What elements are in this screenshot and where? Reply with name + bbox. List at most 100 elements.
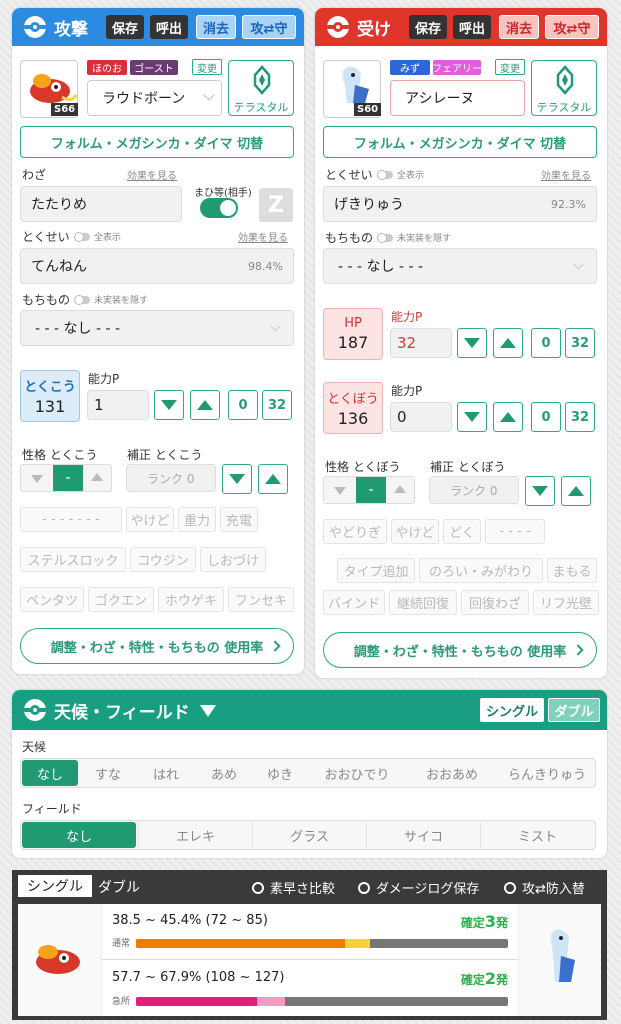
chip-koujin[interactable]: コウジン	[130, 547, 196, 572]
mode-double-button[interactable]: ダブル	[548, 698, 600, 722]
nature-up-icon[interactable]	[91, 473, 103, 481]
chip-type-add[interactable]: タイプ追加	[337, 558, 415, 583]
status-select[interactable]: - - - - - - -	[20, 507, 122, 532]
chip-poison[interactable]: どく	[443, 519, 481, 544]
weather-sun[interactable]: はれ	[138, 760, 194, 786]
rank-input[interactable]: ランク 0	[429, 476, 519, 504]
field-psychic[interactable]: サイコ	[366, 822, 480, 848]
decrease-button[interactable]	[154, 390, 184, 420]
weather-heavy-rain[interactable]: おおあめ	[408, 760, 496, 786]
pokemon-sprite[interactable]: S66	[20, 60, 79, 118]
nature-up-icon[interactable]	[394, 485, 406, 493]
chip-screens[interactable]: リフ光壁	[533, 590, 599, 615]
rank-increase-button[interactable]	[561, 476, 591, 506]
usage-link-button[interactable]: 調整・わざ・特性・もちもの 使用率	[323, 632, 597, 668]
weather-rain[interactable]: あめ	[196, 760, 252, 786]
swap-button[interactable]: 攻⇄守	[242, 15, 296, 39]
chip-burn[interactable]: やけど	[126, 507, 174, 532]
load-button[interactable]: 呼出	[453, 15, 491, 39]
weather-sand[interactable]: すな	[80, 760, 136, 786]
chip-heal-move[interactable]: 回復わざ	[461, 590, 529, 615]
triangle-down-icon[interactable]	[200, 705, 216, 717]
nature-down-icon[interactable]	[31, 475, 43, 483]
load-button[interactable]: 呼出	[150, 15, 188, 39]
max-button[interactable]: 32	[565, 402, 595, 432]
show-all-toggle[interactable]	[74, 232, 90, 242]
chip-charge[interactable]: 充電	[220, 507, 258, 532]
rank-decrease-button[interactable]	[525, 476, 555, 506]
chip-bentatsu[interactable]: ベンタツ	[20, 587, 84, 612]
form-switch-button[interactable]: フォルム・メガシンカ・ダイマ 切替	[20, 126, 294, 158]
clear-button[interactable]: 消去	[196, 15, 236, 39]
chip-stealth-rock[interactable]: ステルスロック	[20, 547, 126, 572]
usage-link-button[interactable]: 調整・わざ・特性・もちもの 使用率	[20, 628, 294, 664]
chip-gravity[interactable]: 重力	[178, 507, 216, 532]
nature-down-icon[interactable]	[334, 487, 346, 495]
stat-p-input[interactable]: 0	[390, 402, 452, 432]
hp-decrease-button[interactable]	[457, 328, 487, 358]
form-switch-button[interactable]: フォルム・メガシンカ・ダイマ 切替	[323, 126, 597, 158]
chip-leech-seed[interactable]: やどりぎ	[323, 519, 387, 544]
field-electric[interactable]: エレキ	[138, 822, 252, 848]
pokemon-select[interactable]: アシレーヌ	[390, 80, 525, 116]
ability-input[interactable]: てんねん 98.4%	[20, 248, 294, 284]
zero-button[interactable]: 0	[228, 390, 258, 420]
ability-effect-link[interactable]: 効果を見る	[541, 167, 591, 182]
nature-neutral[interactable]: -	[53, 465, 83, 491]
chip-funseki[interactable]: フンセキ	[228, 587, 294, 612]
move-effect-link[interactable]: 効果を見る	[127, 167, 177, 182]
increase-button[interactable]	[190, 390, 220, 420]
item-select[interactable]: - - - なし - - -	[323, 248, 597, 284]
result-tab-single[interactable]: シングル	[18, 875, 92, 897]
clear-button[interactable]: 消去	[499, 15, 539, 39]
weather-harsh-sun[interactable]: おおひでり	[312, 760, 402, 786]
paralysis-toggle[interactable]	[200, 198, 238, 218]
item-select[interactable]: - - - なし - - -	[20, 310, 294, 346]
hide-unimpl-toggle[interactable]	[377, 233, 393, 243]
result-tab-double[interactable]: ダブル	[98, 877, 140, 897]
weather-none[interactable]: なし	[22, 760, 78, 786]
ability-p-input[interactable]: 1	[87, 390, 149, 420]
rank-increase-button[interactable]	[258, 464, 288, 494]
max-button[interactable]: 32	[262, 390, 292, 420]
atk-def-swap-link[interactable]: 攻⇄防入替	[504, 878, 585, 897]
zero-button[interactable]: 0	[531, 402, 561, 432]
ability-effect-link[interactable]: 効果を見る	[238, 229, 288, 244]
mode-single-button[interactable]: シングル	[480, 698, 544, 722]
move-input[interactable]: たたりめ	[20, 186, 182, 222]
chip-gokuen[interactable]: ゴクエン	[88, 587, 154, 612]
terastal-button[interactable]: テラスタル	[531, 60, 597, 116]
pokemon-sprite[interactable]: S60	[323, 60, 382, 118]
weather-header[interactable]: 天候・フィールド シングル ダブル	[12, 690, 607, 730]
nature-selector[interactable]: -	[323, 476, 415, 504]
weather-strong-winds[interactable]: らんきりゅう	[500, 760, 594, 786]
hp-zero-button[interactable]: 0	[531, 328, 561, 358]
show-all-toggle[interactable]	[377, 170, 393, 180]
speed-compare-link[interactable]: 素早さ比較	[252, 878, 335, 897]
damage-log-save-link[interactable]: ダメージログ保存	[358, 878, 479, 897]
status-select[interactable]: - - - -	[485, 519, 545, 544]
chip-burn[interactable]: やけど	[391, 519, 439, 544]
field-grassy[interactable]: グラス	[252, 822, 366, 848]
chip-curse-substitute[interactable]: のろい・みがわり	[419, 558, 543, 583]
z-move-icon[interactable]: Z	[259, 188, 293, 222]
increase-button[interactable]	[493, 402, 523, 432]
terastal-button[interactable]: テラスタル	[228, 60, 294, 116]
swap-button[interactable]: 攻⇄守	[545, 15, 599, 39]
chip-protect[interactable]: まもる	[547, 558, 597, 583]
weather-snow[interactable]: ゆき	[252, 760, 308, 786]
save-button[interactable]: 保存	[409, 15, 447, 39]
ability-input[interactable]: げきりゅう 92.3%	[323, 186, 597, 222]
field-none[interactable]: なし	[22, 822, 136, 848]
hide-unimpl-toggle[interactable]	[74, 295, 90, 305]
chip-hougeki[interactable]: ホウゲキ	[158, 587, 224, 612]
hp-max-button[interactable]: 32	[565, 328, 595, 358]
pokemon-select[interactable]: ラウドボーン	[87, 80, 222, 116]
rank-input[interactable]: ランク 0	[126, 464, 216, 492]
nature-selector[interactable]: -	[20, 464, 112, 492]
field-misty[interactable]: ミスト	[480, 822, 594, 848]
save-button[interactable]: 保存	[106, 15, 144, 39]
change-button[interactable]: 変更	[192, 59, 222, 75]
rank-decrease-button[interactable]	[222, 464, 252, 494]
chip-salt-cure[interactable]: しおづけ	[200, 547, 266, 572]
